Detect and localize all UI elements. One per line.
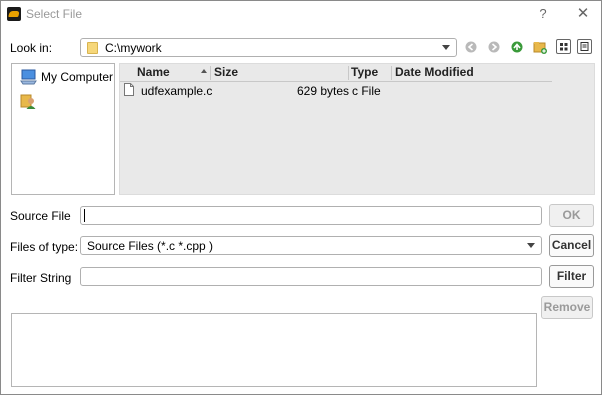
close-button[interactable]: ✕	[572, 4, 594, 24]
column-header-name[interactable]: Name	[137, 64, 170, 82]
new-folder-icon[interactable]	[533, 40, 547, 54]
column-header-date[interactable]: Date Modified	[395, 64, 474, 82]
look-in-value: C:\mywork	[105, 41, 162, 55]
place-user-folder[interactable]	[20, 92, 36, 110]
places-sidebar: My Computer	[11, 63, 115, 195]
back-arrow-icon[interactable]	[465, 41, 477, 53]
title-bar: Select File ? ✕	[1, 1, 601, 27]
computer-icon	[20, 69, 38, 85]
column-header-type[interactable]: Type	[351, 64, 378, 82]
file-size: 629 bytes	[297, 84, 350, 98]
detail-view-icon[interactable]	[577, 39, 592, 54]
file-icon	[124, 83, 134, 96]
file-name: udfexample.c	[141, 84, 213, 98]
file-type-value: Source Files (*.c *.cpp )	[87, 239, 214, 253]
selected-files-list[interactable]	[11, 313, 537, 387]
column-header-size[interactable]: Size	[214, 64, 238, 82]
table-row[interactable]: udfexample.c 629 bytes c File	[120, 82, 552, 98]
column-separator[interactable]	[348, 66, 349, 80]
sort-ascending-icon	[201, 69, 207, 73]
cancel-button[interactable]: Cancel	[549, 234, 594, 257]
select-file-dialog: Select File ? ✕ Look in: C:\mywork My Co…	[0, 0, 602, 395]
filter-string-label: Filter String	[10, 271, 72, 285]
filter-button[interactable]: Filter	[549, 265, 594, 288]
source-file-label: Source File	[10, 209, 71, 223]
file-type: c File	[352, 84, 381, 98]
file-list[interactable]: Name Size Type Date Modified udfexample.…	[119, 63, 595, 195]
source-file-input[interactable]	[80, 206, 542, 225]
forward-arrow-icon[interactable]	[488, 41, 500, 53]
folder-icon	[87, 42, 98, 54]
column-separator[interactable]	[210, 66, 211, 80]
ok-button[interactable]: OK	[549, 204, 594, 227]
app-logo-icon	[7, 7, 21, 21]
remove-button[interactable]: Remove	[541, 296, 593, 319]
place-label: My Computer	[41, 70, 114, 84]
column-separator[interactable]	[391, 66, 392, 80]
window-title: Select File	[26, 7, 83, 21]
look-in-label: Look in:	[10, 41, 53, 55]
file-type-dropdown[interactable]: Source Files (*.c *.cpp )	[80, 236, 542, 255]
user-folder-icon	[20, 94, 36, 113]
up-folder-icon[interactable]	[511, 41, 523, 53]
file-type-label: Files of type:	[10, 240, 79, 254]
list-view-icon[interactable]	[556, 39, 571, 54]
look-in-dropdown[interactable]: C:\mywork	[80, 38, 457, 57]
chevron-down-icon	[527, 243, 535, 248]
text-caret	[84, 209, 85, 222]
help-button[interactable]: ?	[532, 4, 554, 24]
chevron-down-icon	[442, 45, 450, 50]
filter-string-input[interactable]	[80, 267, 542, 286]
